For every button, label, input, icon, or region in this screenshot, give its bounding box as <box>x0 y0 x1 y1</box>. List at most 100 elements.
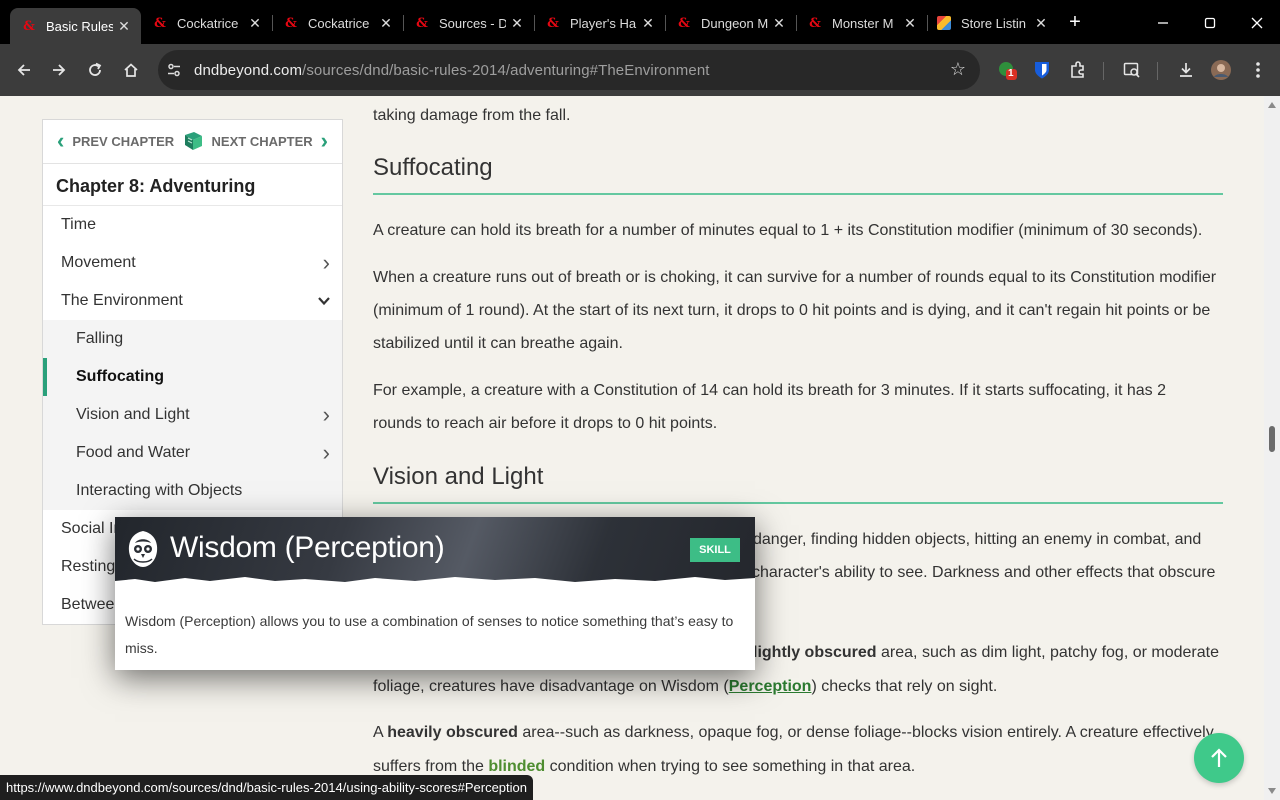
toc-label: The Environment <box>61 292 183 309</box>
toc-item-movement[interactable]: Movement › <box>43 244 342 282</box>
scroll-to-top-button[interactable] <box>1194 733 1244 783</box>
chevron-right-icon[interactable]: › <box>323 434 330 472</box>
url-text[interactable]: dndbeyond.com/sources/dnd/basic-rules-20… <box>194 62 710 79</box>
close-tab-icon[interactable]: ✕ <box>899 15 921 32</box>
tab-label: Monster M <box>832 15 894 31</box>
chevron-down-icon[interactable] <box>318 283 330 321</box>
tab-label: Player's Ha <box>570 15 637 31</box>
skill-tooltip: Wisdom (Perception) SKILL Wisdom (Percep… <box>115 517 755 670</box>
close-window-icon[interactable] <box>1242 8 1272 38</box>
home-icon[interactable] <box>117 56 145 84</box>
tab-label: Store Listin <box>961 15 1027 31</box>
paragraph-text: area--such as darkness, opaque fog, or d… <box>517 724 1214 741</box>
toc-item-falling[interactable]: Falling <box>43 320 342 358</box>
status-bar-url: https://www.dndbeyond.com/sources/dnd/ba… <box>0 775 533 800</box>
dnd-beyond-icon: & <box>23 18 35 34</box>
url-host: dndbeyond.com <box>194 61 303 79</box>
dnd-beyond-icon: & <box>809 15 821 31</box>
tab-cockatrice-2[interactable]: & Cockatrice ✕ <box>272 8 403 38</box>
forward-icon[interactable] <box>45 56 73 84</box>
paragraph-text: A <box>373 724 388 741</box>
paragraph-text: foliage, creatures have disadvantage on … <box>373 678 729 695</box>
minimize-icon[interactable] <box>1148 8 1178 38</box>
paragraph-text: condition when trying to see something i… <box>545 758 916 775</box>
tab-label: Cockatrice <box>177 15 239 31</box>
tab-dungeon-masters[interactable]: & Dungeon M ✕ <box>665 8 796 38</box>
chevron-right-icon[interactable]: › <box>323 244 330 282</box>
toc-label: Resting <box>61 558 116 575</box>
skill-badge: SKILL <box>690 538 740 562</box>
arrow-up-icon <box>1211 748 1227 767</box>
back-icon[interactable] <box>10 56 38 84</box>
close-tab-icon[interactable]: ✕ <box>506 15 528 32</box>
bookmark-star-icon[interactable]: ☆ <box>950 59 966 80</box>
dnd-beyond-icon: & <box>416 15 428 31</box>
paragraph-partial: danger, finding hidden objects, hitting … <box>753 531 1202 548</box>
close-tab-icon[interactable]: ✕ <box>375 15 397 32</box>
extensions-puzzle-icon[interactable] <box>1066 58 1090 82</box>
scrollbar-thumb[interactable] <box>1269 426 1275 452</box>
chevron-right-icon: › <box>320 128 328 153</box>
tab-monster-manual[interactable]: & Monster M ✕ <box>796 8 927 38</box>
reload-icon[interactable] <box>81 56 109 84</box>
scroll-down-arrow-icon[interactable] <box>1268 788 1276 794</box>
section-heading-suffocating: Suffocating <box>373 151 1223 195</box>
tab-label: Cockatrice <box>308 15 370 31</box>
toc-item-food-and-water[interactable]: Food and Water › <box>43 434 342 472</box>
download-icon[interactable] <box>1174 58 1198 82</box>
blinded-link[interactable]: blinded <box>488 758 545 775</box>
tab-strip: & Basic Rules ✕ & Cockatrice ✕ & Cockatr… <box>0 0 1280 44</box>
toc-item-the-environment[interactable]: The Environment <box>43 282 342 320</box>
maximize-icon[interactable] <box>1195 8 1225 38</box>
tooltip-header: Wisdom (Perception) SKILL <box>115 517 755 585</box>
chapter-navigation: ‹ PREV CHAPTER NEXT CHAPTER › <box>43 120 342 164</box>
perception-link[interactable]: Perception <box>729 678 812 695</box>
tab-label: Sources - D <box>439 15 506 31</box>
toc-item-vision-and-light[interactable]: Vision and Light › <box>43 396 342 434</box>
site-info-icon[interactable] <box>164 60 184 80</box>
close-tab-icon[interactable]: ✕ <box>1030 15 1052 32</box>
scroll-up-arrow-icon[interactable] <box>1268 102 1276 108</box>
toc-item-time[interactable]: Time <box>43 206 342 244</box>
tab-cockatrice[interactable]: & Cockatrice ✕ <box>141 8 272 38</box>
new-tab-button[interactable]: + <box>1064 10 1086 34</box>
shield-extension-icon[interactable] <box>1030 58 1054 82</box>
close-tab-icon[interactable]: ✕ <box>244 15 266 32</box>
address-bar[interactable]: dndbeyond.com/sources/dnd/basic-rules-20… <box>158 50 980 90</box>
next-chapter-button[interactable]: NEXT CHAPTER › <box>211 128 328 153</box>
next-chapter-label: NEXT CHAPTER <box>211 133 313 149</box>
url-path: /sources/dnd/basic-rules-2014/adventurin… <box>302 61 710 79</box>
toc-label: Time <box>61 216 96 233</box>
paragraph-fragment: taking damage from the fall. <box>373 107 571 124</box>
toolbar-divider <box>1157 62 1158 80</box>
wisdom-owl-icon <box>128 531 158 567</box>
prev-chapter-button[interactable]: ‹ PREV CHAPTER <box>57 130 174 152</box>
close-tab-icon[interactable]: ✕ <box>113 18 135 35</box>
toc-label: Movement <box>61 254 136 271</box>
paragraph-text: ) checks that rely on sight. <box>811 678 998 695</box>
tab-store-listing[interactable]: Store Listin ✕ <box>927 8 1058 38</box>
close-tab-icon[interactable]: ✕ <box>768 15 790 32</box>
tab-label: Dungeon M <box>701 15 768 31</box>
close-tab-icon[interactable]: ✕ <box>637 15 659 32</box>
menu-kebab-icon[interactable] <box>1246 58 1270 82</box>
toc-item-interacting-with-objects[interactable]: Interacting with Objects <box>43 472 342 510</box>
tab-sources[interactable]: & Sources - D ✕ <box>403 8 534 38</box>
term-lightly-obscured: lightly obscured <box>753 644 877 661</box>
tab-search-icon[interactable] <box>1120 58 1144 82</box>
extension-icon[interactable]: 1 <box>995 58 1019 82</box>
profile-avatar[interactable] <box>1209 58 1233 82</box>
tab-players-handbook[interactable]: & Player's Ha ✕ <box>534 8 665 38</box>
page-scrollbar[interactable] <box>1264 96 1280 800</box>
book-icon[interactable] <box>182 131 204 151</box>
chapter-title: Chapter 8: Adventuring <box>43 164 342 206</box>
toc-item-suffocating[interactable]: Suffocating <box>43 358 342 396</box>
paragraph: A creature can hold its breath for a num… <box>373 222 1203 239</box>
page-viewport: ‹ PREV CHAPTER NEXT CHAPTER › Chapter 8:… <box>0 96 1264 800</box>
paragraph-partial: foliage, creatures have disadvantage on … <box>373 670 997 703</box>
tab-basic-rules[interactable]: & Basic Rules ✕ <box>10 8 141 44</box>
toc-label: Vision and Light <box>76 406 190 423</box>
toolbar-divider <box>1103 62 1104 80</box>
tab-label: Basic Rules <box>46 18 113 34</box>
chevron-right-icon[interactable]: › <box>323 396 330 434</box>
